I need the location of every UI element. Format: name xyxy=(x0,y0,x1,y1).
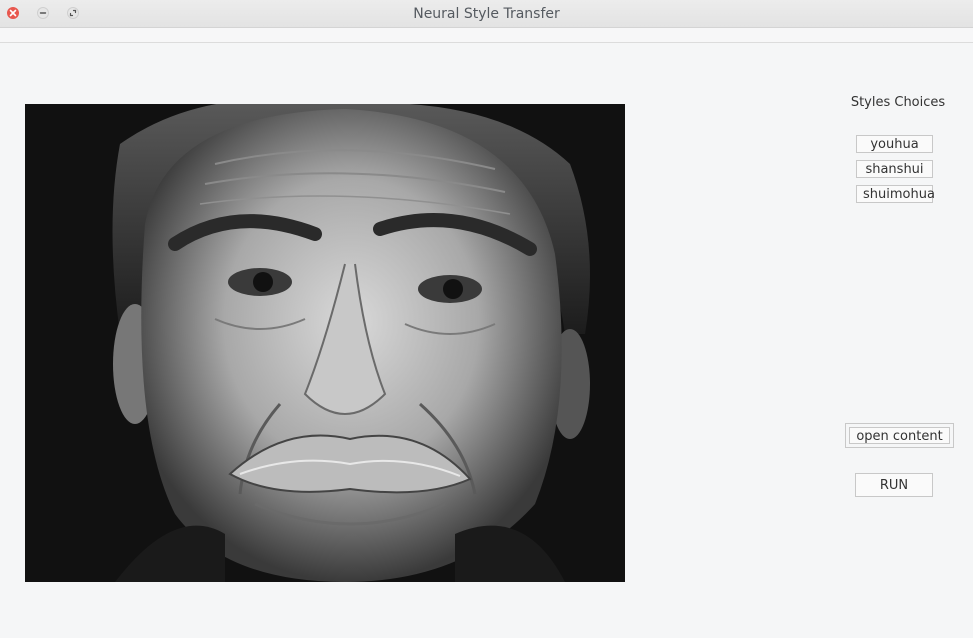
style-button-shanshui[interactable]: shanshui xyxy=(856,160,933,178)
open-content-button[interactable]: open content xyxy=(849,427,950,444)
window-title: Neural Style Transfer xyxy=(413,6,560,22)
title-bar: Neural Style Transfer xyxy=(0,0,973,28)
content-image xyxy=(25,104,625,582)
toolbar xyxy=(0,28,973,43)
style-button-youhua[interactable]: youhua xyxy=(856,135,933,153)
app-window: Neural Style Transfer Styles Choices you… xyxy=(0,0,973,638)
run-button[interactable]: RUN xyxy=(855,473,933,497)
styles-choices-label: Styles Choices xyxy=(850,95,946,110)
portrait-image xyxy=(25,104,625,582)
open-content-frame: open content xyxy=(845,423,954,448)
style-button-shuimohua[interactable]: shuimohua xyxy=(856,185,935,203)
